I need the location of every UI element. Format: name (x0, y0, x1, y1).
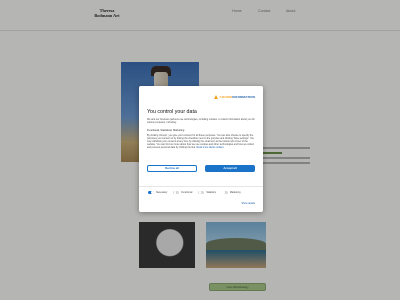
switch-functional[interactable] (173, 191, 180, 195)
toggle-statistics[interactable]: Statistics (198, 191, 216, 195)
accept-all-button[interactable]: Accept all (205, 165, 255, 172)
toggle-label: Functional (181, 191, 193, 195)
dialog-details-text: By clicking 'Accept', you give your cons… (147, 134, 255, 150)
toggle-label: Marketing (229, 191, 241, 195)
logo-wordmark: COOKIEINFORMATION (219, 95, 255, 99)
toggle-label: Statistics (206, 191, 216, 195)
toggle-functional[interactable]: Functional (173, 191, 193, 195)
switch-necessary[interactable] (148, 191, 154, 195)
switch-marketing[interactable] (221, 191, 228, 195)
toggle-label: Necessary (156, 191, 168, 195)
dialog-divider (139, 186, 263, 187)
show-details-link[interactable]: Show details (241, 202, 255, 205)
toggle-marketing[interactable]: Marketing (221, 191, 241, 195)
decline-all-button[interactable]: Decline all (147, 165, 197, 172)
toggle-necessary[interactable]: Necessary (148, 191, 168, 195)
dialog-title: You control your data (147, 109, 197, 115)
cookie-logo-icon (214, 95, 219, 99)
cookie-information-logo: COOKIEINFORMATION (214, 95, 255, 99)
read-more-link[interactable]: Read more about cookies (196, 146, 223, 149)
purpose-list: Functional, Statistical, Marketing (147, 129, 185, 132)
consent-toggles: Necessary Functional Statistics Marketin… (148, 191, 241, 195)
dialog-intro-text: We and our business partners use technol… (147, 118, 255, 124)
cookie-consent-dialog: COOKIEINFORMATION You control your data … (139, 86, 263, 212)
switch-statistics[interactable] (198, 191, 205, 195)
